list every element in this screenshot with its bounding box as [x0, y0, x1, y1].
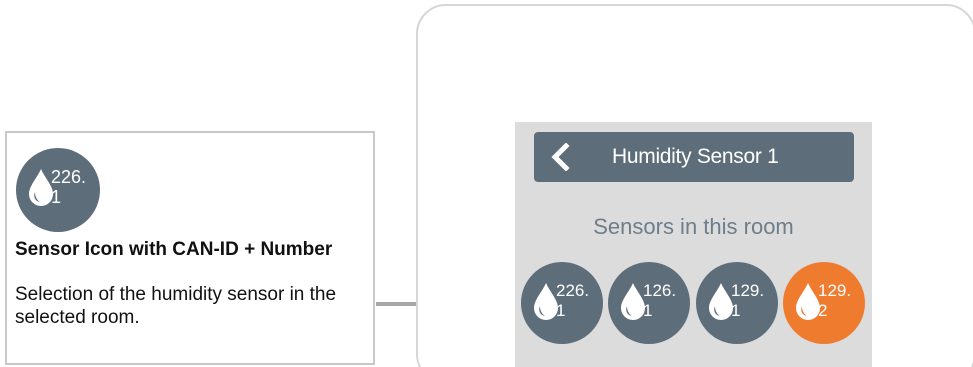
callout-box: 226. 1 Sensor Icon with CAN-ID + Number …	[5, 131, 375, 365]
sensor-id-bottom: 1	[51, 187, 62, 207]
sensor-id-top: 129.	[818, 281, 852, 300]
callout-sensor-icon: 226. 1	[16, 148, 100, 232]
sensor-button-126-1[interactable]: 126. 1	[608, 262, 690, 344]
sensor-id-bottom: 1	[556, 301, 566, 320]
sensor-button-226-1[interactable]: 226. 1	[521, 262, 603, 344]
sensor-id-bottom: 2	[818, 301, 828, 320]
header-bar: Humidity Sensor 1	[534, 132, 854, 182]
sensor-button-129-2-selected[interactable]: 129. 2	[783, 262, 865, 344]
page-title: Humidity Sensor 1	[612, 145, 779, 168]
sensor-id-top: 226.	[51, 167, 87, 187]
figure: 226. 1 Sensor Icon with CAN-ID + Number …	[0, 0, 973, 367]
sensor-id-top: 226.	[556, 281, 590, 300]
callout-title: Sensor Icon with CAN-ID + Number	[15, 239, 333, 260]
sensor-id-top: 126.	[643, 281, 677, 300]
section-title: Sensors in this room	[593, 214, 794, 239]
screen-panel: Humidity Sensor 1 Sensors in this room 2…	[515, 122, 872, 367]
sensor-id-bottom: 1	[731, 301, 741, 320]
sensor-id-top: 129.	[731, 281, 765, 300]
sensor-id-bottom: 1	[643, 301, 653, 320]
sensor-button-129-1[interactable]: 129. 1	[696, 262, 778, 344]
chevron-left-icon[interactable]	[548, 143, 574, 171]
callout-description: Selection of the humidity sensor in the …	[15, 284, 337, 328]
